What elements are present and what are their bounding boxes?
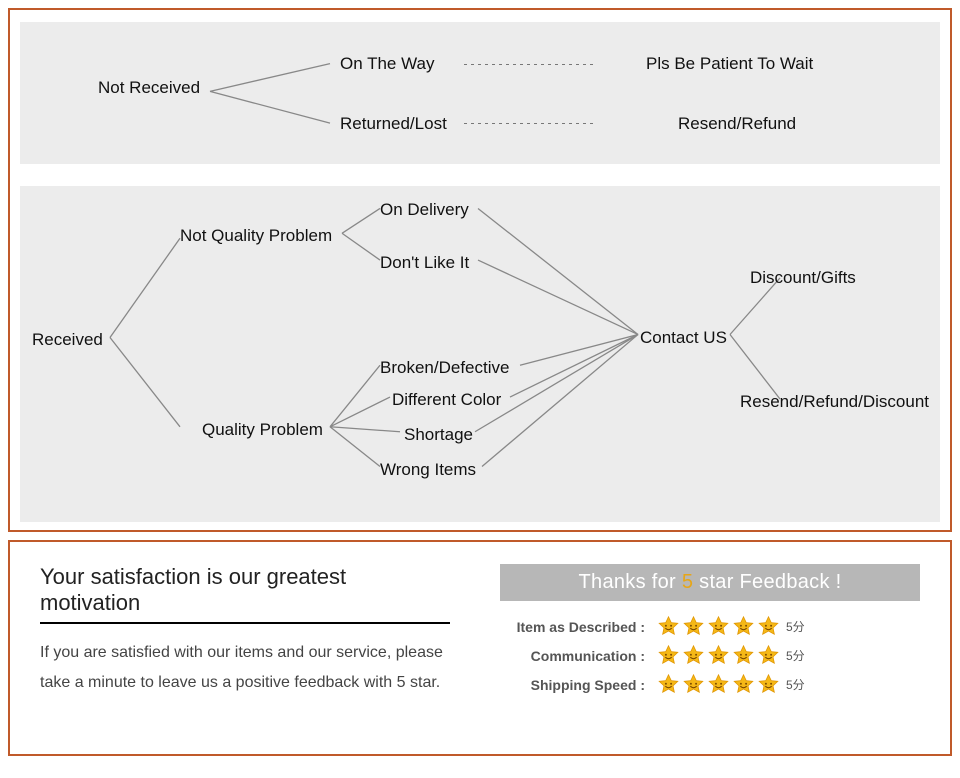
node-discount-gifts: Discount/Gifts bbox=[750, 268, 856, 288]
star-icon bbox=[707, 644, 730, 667]
rating-row: Communication : 5分 bbox=[500, 644, 920, 667]
star-icon bbox=[732, 673, 755, 696]
star-icon bbox=[757, 615, 780, 638]
flow-diagram-panel: Not Received On The Way Pls Be Patient T… bbox=[8, 8, 952, 532]
feedback-body: If you are satisfied with our items and … bbox=[40, 638, 450, 699]
banner-pre: Thanks for bbox=[579, 571, 682, 593]
rating-row: Shipping Speed : 5分 bbox=[500, 673, 920, 696]
rating-score: 5分 bbox=[786, 676, 805, 693]
node-resend-refund-discount: Resend/Refund/Discount bbox=[740, 392, 929, 412]
star-group bbox=[657, 615, 780, 638]
banner-five: 5 bbox=[682, 571, 693, 593]
node-wrong-items: Wrong Items bbox=[380, 460, 476, 480]
star-icon bbox=[682, 615, 705, 638]
feedback-left: Your satisfaction is our greatest motiva… bbox=[40, 564, 450, 740]
star-icon bbox=[757, 644, 780, 667]
node-broken: Broken/Defective bbox=[380, 358, 509, 378]
node-resend-refund: Resend/Refund bbox=[678, 114, 796, 134]
star-icon bbox=[657, 673, 680, 696]
star-icon bbox=[757, 673, 780, 696]
banner-post: star Feedback ! bbox=[693, 571, 841, 593]
node-dont-like: Don't Like It bbox=[380, 253, 469, 273]
rating-rows: Item as Described :5分Communication :5分Sh… bbox=[500, 615, 920, 696]
star-icon bbox=[707, 615, 730, 638]
star-icon bbox=[657, 644, 680, 667]
node-diff-color: Different Color bbox=[392, 390, 501, 410]
rating-label: Shipping Speed : bbox=[500, 677, 645, 693]
node-on-delivery: On Delivery bbox=[380, 200, 469, 220]
feedback-right: Thanks for 5 star Feedback ! Item as Des… bbox=[500, 564, 920, 740]
node-received: Received bbox=[32, 330, 103, 350]
node-shortage: Shortage bbox=[404, 425, 473, 445]
node-patient: Pls Be Patient To Wait bbox=[646, 54, 813, 74]
node-quality-problem: Quality Problem bbox=[202, 420, 323, 440]
node-on-the-way: On The Way bbox=[340, 54, 434, 74]
star-group bbox=[657, 673, 780, 696]
rating-label: Communication : bbox=[500, 648, 645, 664]
divider bbox=[40, 622, 450, 624]
thanks-banner: Thanks for 5 star Feedback ! bbox=[500, 564, 920, 601]
received-bg bbox=[20, 186, 940, 522]
connector-dash-icon bbox=[464, 123, 594, 124]
rating-score: 5分 bbox=[786, 618, 805, 635]
node-contact-us: Contact US bbox=[640, 328, 727, 348]
node-not-received: Not Received bbox=[98, 78, 200, 98]
rating-score: 5分 bbox=[786, 647, 805, 664]
star-icon bbox=[732, 644, 755, 667]
node-returned-lost: Returned/Lost bbox=[340, 114, 447, 134]
connector-dash-icon bbox=[464, 64, 594, 65]
node-not-quality: Not Quality Problem bbox=[180, 226, 332, 246]
rating-row: Item as Described : 5分 bbox=[500, 615, 920, 638]
star-group bbox=[657, 644, 780, 667]
rating-label: Item as Described : bbox=[500, 619, 645, 635]
feedback-panel: Your satisfaction is our greatest motiva… bbox=[8, 540, 952, 756]
star-icon bbox=[682, 673, 705, 696]
star-icon bbox=[707, 673, 730, 696]
star-icon bbox=[732, 615, 755, 638]
star-icon bbox=[682, 644, 705, 667]
feedback-headline: Your satisfaction is our greatest motiva… bbox=[40, 564, 450, 616]
star-icon bbox=[657, 615, 680, 638]
